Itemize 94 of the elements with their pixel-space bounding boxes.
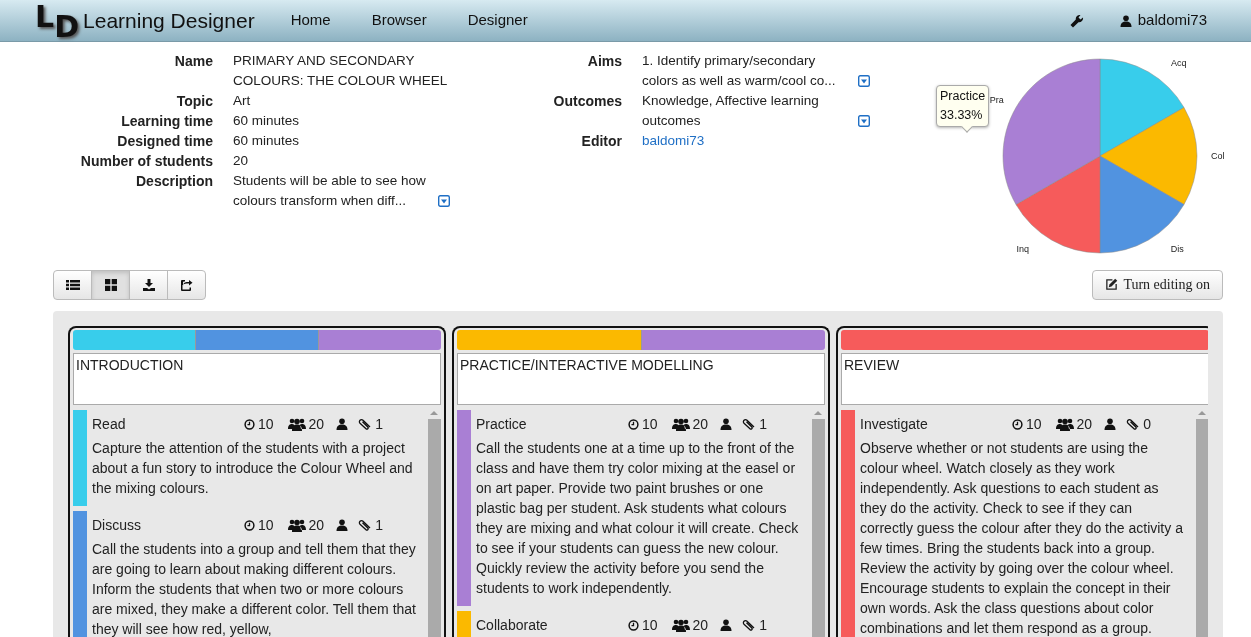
field-label: Topic: [175, 92, 214, 111]
user-icon: [720, 418, 733, 430]
activity-time: 10: [642, 615, 658, 635]
list-icon: [65, 278, 80, 291]
activity-description: Capture the attention of the students with a project about a fun story to introduce the Colour Wheel and the mixing colours.: [92, 439, 414, 498]
clock-icon: [244, 418, 255, 430]
field-label: Name: [173, 52, 214, 71]
phase-title-field[interactable]: PRACTICE/INTERACTIVE MODELLING: [457, 353, 825, 405]
user-icon: [336, 418, 349, 430]
clock-icon: [628, 619, 639, 631]
activity-attachment-count: 1: [375, 414, 383, 434]
app-title: Learning Designer: [83, 7, 255, 34]
slice-label: Dis: [1170, 243, 1184, 254]
slice-label: Acq: [1170, 58, 1187, 69]
activity-description: Call the students into a group and tell them that they are going to learn about making different colours. Inform the students that when two or more colours are mixed, they make a different color. Tell them that they will see how red, yellow,: [92, 540, 417, 637]
expand-icon[interactable]: [858, 115, 870, 127]
field-label: Description: [135, 172, 214, 191]
editor-link[interactable]: baldomi73: [642, 131, 705, 151]
activity-name: Read: [92, 414, 127, 434]
field-value: 20: [233, 152, 249, 170]
scrollbar[interactable]: [811, 410, 825, 637]
user-icon: [336, 519, 349, 531]
activity-attachment-count: 1: [759, 615, 767, 635]
activity-time: 10: [1026, 414, 1042, 434]
user-icon: [720, 619, 733, 631]
nav-link[interactable]: Browser: [371, 9, 427, 32]
expand-icon[interactable]: [858, 75, 870, 87]
activity-group-size: 20: [308, 414, 325, 434]
edit-icon: [1105, 278, 1119, 291]
user-icon: [1104, 418, 1117, 430]
paperclip-icon: [742, 619, 757, 631]
activity-group-size: 20: [692, 615, 709, 635]
group-icon: [1055, 417, 1074, 431]
activity-name: Practice: [476, 414, 528, 434]
activity-description: Observe whether or not students are using the colour wheel. Watch closely as they work independently. Ask questions to each student as they do the activity. Check to see if they can correctly guess the colour after they do the activity a few times. Bring the students back into a group. Review the activity by going over the colour wheel. Encourage students to explain the concept in their own words. Ask the class questions about color combinations and let them respond as a group.: [860, 439, 1184, 637]
field-value: 60 minutes: [233, 112, 300, 130]
nav-link[interactable]: Designer: [467, 9, 528, 32]
activity-group-size: 20: [308, 515, 325, 535]
view-button[interactable]: [91, 269, 130, 300]
field-label: Learning time: [120, 112, 214, 131]
slice-label: Inq: [1016, 243, 1030, 254]
slice-label: Pra: [989, 95, 1004, 106]
field-value: 1. Identify primary/secondary colors as well as warm/cool co...: [642, 52, 837, 90]
field-value: Students will be able to see how colours transform when diff...: [233, 172, 427, 210]
activity-group-size: 20: [692, 414, 709, 434]
activity-name: Discuss: [92, 515, 142, 535]
clock-icon: [244, 519, 255, 531]
activity-time: 10: [258, 515, 274, 535]
group-icon: [671, 417, 690, 431]
grid-icon: [104, 278, 117, 291]
field-value: Knowledge, Affective learning outcomes: [642, 92, 820, 130]
user-icon: [1119, 14, 1132, 27]
view-button[interactable]: [167, 269, 206, 300]
paperclip-icon: [742, 418, 757, 430]
field-value: PRIMARY AND SECONDARY COLOURS: THE COLOUR WHEEL: [233, 52, 449, 90]
field-label: Aims: [586, 52, 623, 71]
group-icon: [287, 417, 306, 431]
paperclip-icon: [358, 519, 373, 531]
edit-toggle-button[interactable]: Turn editing on: [1092, 269, 1223, 300]
activity-attachment-count: 0: [1143, 414, 1151, 434]
wrench-icon[interactable]: [1069, 13, 1084, 28]
phase-title-field[interactable]: INTRODUCTION: [73, 353, 441, 405]
activity-description: Call the students one at a time up to the front of the class and have them try color mixing at the easel or on art paper. Provide two paint brushes or one plastic bag per student. Ask students what colours they are mixing and what colour it will create. Check to see if your students can guess the new colour. Quickly review the activity before you send the students to work independently.: [476, 439, 800, 598]
paperclip-icon: [358, 418, 373, 430]
activity-name: Collaborate: [476, 615, 549, 635]
scrollbar[interactable]: [427, 410, 441, 637]
clock-icon: [628, 418, 639, 430]
field-label: Number of students: [79, 152, 214, 171]
paperclip-icon: [1126, 418, 1141, 430]
activity-name: Investigate: [860, 414, 929, 434]
field-value: Art: [233, 92, 251, 110]
download-icon: [142, 278, 155, 291]
activity-attachment-count: 1: [759, 414, 767, 434]
logo[interactable]: LD: [35, 0, 80, 42]
activity-time: 10: [642, 414, 658, 434]
group-icon: [287, 518, 306, 532]
view-button[interactable]: [53, 269, 92, 300]
expand-icon[interactable]: [438, 195, 450, 207]
view-button[interactable]: [129, 269, 168, 300]
share-icon: [180, 278, 193, 291]
clock-icon: [1012, 418, 1023, 430]
activity-group-size: 20: [1076, 414, 1093, 434]
field-label: Designed time: [116, 132, 214, 151]
user-menu[interactable]: baldomi73: [1137, 9, 1207, 32]
activity-time: 10: [258, 414, 274, 434]
phase-title-field[interactable]: REVIEW: [841, 353, 1208, 405]
nav-link[interactable]: Home: [290, 9, 331, 32]
activity-attachment-count: 1: [375, 515, 383, 535]
field-value: 60 minutes: [233, 132, 300, 150]
field-label: Outcomes: [552, 92, 623, 111]
group-icon: [671, 618, 690, 632]
slice-label: Col: [1211, 151, 1225, 161]
field-label: Editor: [580, 132, 623, 151]
scrollbar[interactable]: [1195, 410, 1208, 637]
